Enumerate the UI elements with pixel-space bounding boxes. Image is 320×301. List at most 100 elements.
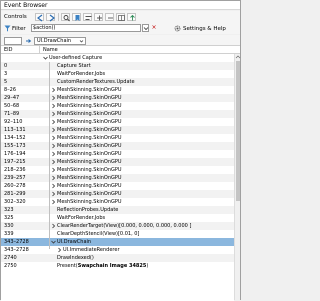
tree-row[interactable]: 323 ReflectionProbes.Update	[1, 206, 234, 214]
row-name: MeshSkinning.SkinOnGPU	[57, 95, 122, 101]
tree-row[interactable]: 155–173 MeshSkinning.SkinOnGPU	[1, 142, 234, 150]
controls-label: Controls	[4, 14, 27, 20]
expand-all-button[interactable]	[94, 13, 103, 21]
row-name: Present(Swapchain Image 34825)	[57, 263, 148, 269]
eid-jump-input[interactable]	[4, 37, 22, 45]
row-eid: 134–152	[4, 135, 26, 141]
tree-row[interactable]: 218–236 MeshSkinning.SkinOnGPU	[1, 166, 234, 174]
tree-row[interactable]: 134–152 MeshSkinning.SkinOnGPU	[1, 134, 234, 142]
tree-row[interactable]: 50–68 MeshSkinning.SkinOnGPU	[1, 102, 234, 110]
chevron-right-icon[interactable]	[51, 111, 56, 117]
tree-row[interactable]: 3 WaitForRender.Jobs	[1, 70, 234, 78]
chevron-right-icon[interactable]	[51, 191, 56, 197]
chevron-right-icon[interactable]	[51, 183, 56, 189]
row-eid: 155–173	[4, 143, 26, 149]
tree-row[interactable]: 325 WaitForRender.Jobs	[1, 214, 234, 222]
chevron-right-icon[interactable]	[51, 127, 56, 133]
row-name: UI.DrawChain	[57, 239, 92, 245]
tree-row[interactable]: 2740 DrawIndexed()	[1, 254, 234, 262]
chevron-right-icon[interactable]	[51, 175, 56, 181]
previous-action-button[interactable]	[35, 13, 44, 22]
chevron-right-icon[interactable]	[51, 87, 56, 93]
row-name: DrawIndexed()	[57, 255, 94, 261]
row-name: MeshSkinning.SkinOnGPU	[57, 183, 122, 189]
tree-row[interactable]: 2750 Present(Swapchain Image 34825)	[1, 262, 234, 270]
row-eid: 281–299	[4, 191, 26, 197]
next-action-button[interactable]	[46, 13, 55, 22]
title-bar[interactable]: Event Browser	[1, 1, 240, 10]
tree-row[interactable]: 302–320 MeshSkinning.SkinOnGPU	[1, 198, 234, 206]
bookmark-select[interactable]: UI.DrawChain	[34, 37, 86, 45]
tree-row[interactable]: 239–257 MeshSkinning.SkinOnGPU	[1, 174, 234, 182]
row-name: MeshSkinning.SkinOnGPU	[57, 103, 122, 109]
chevron-down-icon[interactable]	[51, 239, 56, 245]
column-divider[interactable]	[39, 46, 40, 54]
row-name: WaitForRender.Jobs	[57, 71, 106, 77]
chevron-right-icon[interactable]	[51, 143, 56, 149]
row-name: MeshSkinning.SkinOnGPU	[57, 135, 122, 141]
row-eid: 323	[4, 207, 14, 213]
scroll-up-icon	[235, 55, 241, 59]
tree-row[interactable]: 176–194 MeshSkinning.SkinOnGPU	[1, 150, 234, 158]
row-eid: 29–47	[4, 95, 20, 101]
tree-row[interactable]: 281–299 MeshSkinning.SkinOnGPU	[1, 190, 234, 198]
eid-column-header[interactable]: EID	[4, 47, 12, 53]
filter-input[interactable]: $action()	[31, 24, 141, 32]
collapse-all-button[interactable]	[105, 13, 114, 21]
row-name: MeshSkinning.SkinOnGPU	[57, 175, 122, 181]
chevron-right-icon[interactable]	[51, 103, 56, 109]
tree-row[interactable]: 92–110 MeshSkinning.SkinOnGPU	[1, 118, 234, 126]
filter-label: Filter	[12, 26, 26, 32]
next-action-icon	[49, 14, 55, 22]
tree-row[interactable]: 343–2728 UI.ImmediateRenderer	[1, 246, 234, 254]
chevron-right-icon[interactable]	[51, 223, 56, 229]
export-button[interactable]	[127, 13, 136, 21]
settings-help-button[interactable]: Settings & Help	[183, 26, 226, 32]
chevron-down-icon	[143, 27, 149, 31]
columns-icon	[118, 15, 125, 21]
tree-guide-line	[49, 62, 50, 249]
vertical-scrollbar[interactable]	[234, 54, 241, 300]
chevron-right-icon[interactable]	[51, 159, 56, 165]
tree-row[interactable]: 113–131 MeshSkinning.SkinOnGPU	[1, 126, 234, 134]
chevron-right-icon[interactable]	[51, 119, 56, 125]
timeline-icon	[85, 16, 92, 20]
tree-column-header: EID Name	[1, 46, 240, 54]
row-eid: 330	[4, 223, 14, 229]
find-icon	[63, 15, 70, 22]
columns-button[interactable]	[116, 13, 125, 21]
scrollbar-thumb[interactable]	[236, 61, 240, 201]
tree-row[interactable]: 260–278 MeshSkinning.SkinOnGPU	[1, 182, 234, 190]
chevron-right-icon[interactable]	[51, 95, 56, 101]
row-name: MeshSkinning.SkinOnGPU	[57, 159, 122, 165]
tree-row[interactable]: 330 ClearRenderTarget(View)[0.000, 0.000,…	[1, 222, 234, 230]
row-eid: 8–26	[4, 87, 17, 93]
chevron-right-icon[interactable]	[51, 167, 56, 173]
chevron-right-icon[interactable]	[51, 199, 56, 205]
find-button[interactable]	[61, 13, 70, 22]
bookmark-button[interactable]	[72, 13, 81, 21]
tree-row[interactable]: 71–89 MeshSkinning.SkinOnGPU	[1, 110, 234, 118]
tree-row[interactable]: User-defined Capture	[1, 54, 234, 62]
tree-row[interactable]: 0 Capture Start	[1, 62, 234, 70]
tree-row[interactable]: 339 ClearDepthStencil(View)[0.01, 0]	[1, 230, 234, 238]
tree-row[interactable]: 29–47 MeshSkinning.SkinOnGPU	[1, 94, 234, 102]
chevron-right-icon[interactable]	[57, 247, 62, 253]
tree-row[interactable]: 5 CustomRenderTextures.Update	[1, 78, 234, 86]
row-eid: 113–131	[4, 127, 26, 133]
gear-icon[interactable]	[174, 25, 181, 32]
timeline-button[interactable]	[83, 13, 92, 21]
tree-row[interactable]: 197–215 MeshSkinning.SkinOnGPU	[1, 158, 234, 166]
chevron-right-icon[interactable]	[51, 151, 56, 157]
jump-to-eid-icon[interactable]	[25, 37, 32, 45]
event-tree[interactable]: User-defined Capture 0 Capture Start 3 WaitF…	[1, 54, 234, 301]
clear-filter-icon[interactable]: ×	[151, 25, 157, 31]
row-name: ClearRenderTarget(View)[0.000, 0.000, 0.…	[57, 223, 192, 229]
tree-row[interactable]: 8–26 MeshSkinning.SkinOnGPU	[1, 86, 234, 94]
chevron-down-icon[interactable]	[43, 55, 48, 61]
chevron-right-icon[interactable]	[51, 135, 56, 141]
tree-row-selected[interactable]: 343–2728 UI.DrawChain	[1, 238, 234, 246]
name-column-header[interactable]: Name	[43, 47, 58, 53]
row-name: User-defined Capture	[49, 55, 103, 61]
filter-dropdown-button[interactable]	[142, 24, 149, 32]
